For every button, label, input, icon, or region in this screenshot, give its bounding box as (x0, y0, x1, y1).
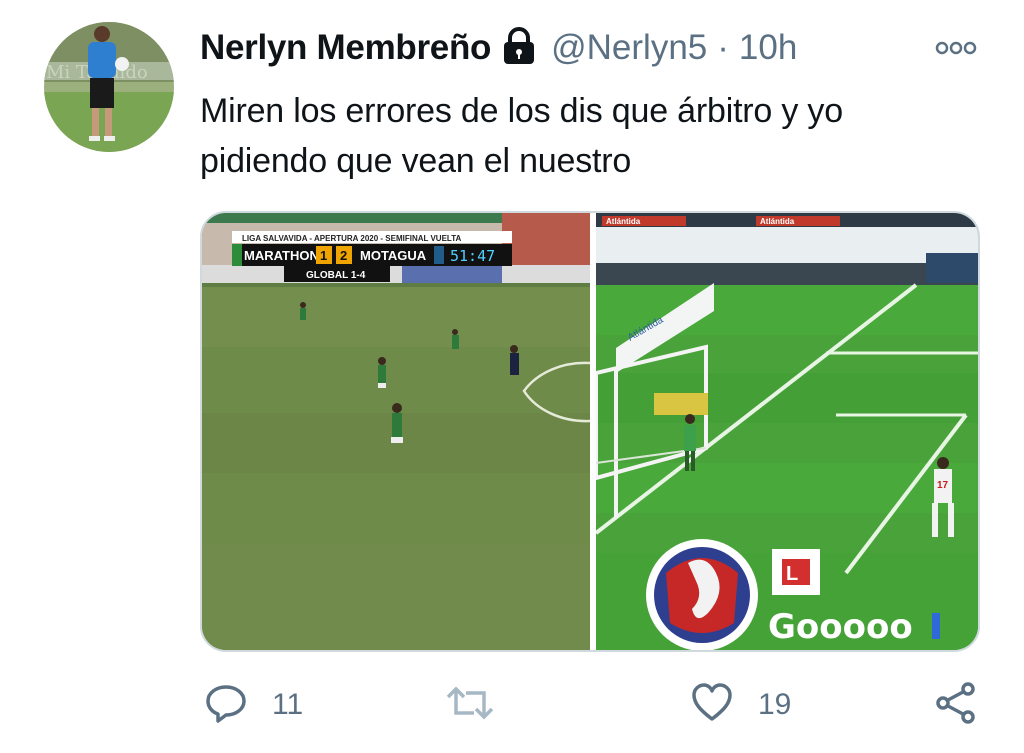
reply-button[interactable]: 11 (204, 680, 303, 730)
banner-1: Atlántida (606, 217, 641, 226)
like-icon (690, 681, 734, 730)
jersey-number: 17 (937, 480, 949, 491)
tweet-text-line2: pidiendo que vean el nuestro (200, 142, 632, 180)
tweet-text: Miren los errores de los dis que árbitro… (200, 86, 990, 186)
banner-2: Atlántida (760, 217, 795, 226)
avatar-photo: Mi Tanaldo (44, 22, 174, 152)
timestamp[interactable]: 10h (739, 28, 797, 68)
avatar[interactable]: Mi Tanaldo (44, 22, 174, 152)
lock-icon (501, 26, 537, 70)
tweet-media[interactable]: LIGA SALVAVIDA - APERTURA 2020 - SEMIFIN… (200, 211, 980, 652)
share-icon (934, 681, 978, 730)
reply-count: 11 (272, 688, 304, 721)
score-home: 1 (320, 248, 327, 263)
share-button[interactable] (934, 680, 978, 730)
like-button[interactable]: 19 (690, 680, 791, 730)
display-name[interactable]: Nerlyn Membreño (200, 28, 491, 68)
retweet-button[interactable] (444, 680, 520, 730)
team-away: MOTAGUA (360, 248, 427, 263)
reply-icon (204, 681, 248, 730)
scoreboard-league: LIGA SALVAVIDA - APERTURA 2020 - SEMIFIN… (242, 234, 461, 243)
media-image-left[interactable]: LIGA SALVAVIDA - APERTURA 2020 - SEMIFIN… (202, 213, 591, 650)
handle[interactable]: @Nerlyn5 (551, 28, 707, 68)
score-away: 2 (340, 248, 347, 263)
tweet-header: Nerlyn Membreño @Nerlyn5 · 10h (200, 26, 797, 70)
team-home: MARATHON (244, 248, 319, 263)
media-image-right[interactable]: Atlántida Atlántida Atlántida 17 L Goooo… (594, 213, 978, 650)
tweet-actions: 11 19 (0, 680, 1024, 730)
goal-text: Gooooo (768, 607, 913, 647)
tweet-text-line1: Miren los errores de los dis que árbitro… (200, 92, 843, 130)
more-options-icon[interactable] (934, 38, 978, 63)
match-clock: 51:47 (450, 247, 495, 265)
retweet-icon (444, 681, 496, 730)
separator: · (717, 28, 729, 67)
aggregate-score: GLOBAL 1-4 (306, 270, 366, 281)
like-count: 19 (758, 688, 792, 721)
svg-text:L: L (786, 563, 798, 585)
